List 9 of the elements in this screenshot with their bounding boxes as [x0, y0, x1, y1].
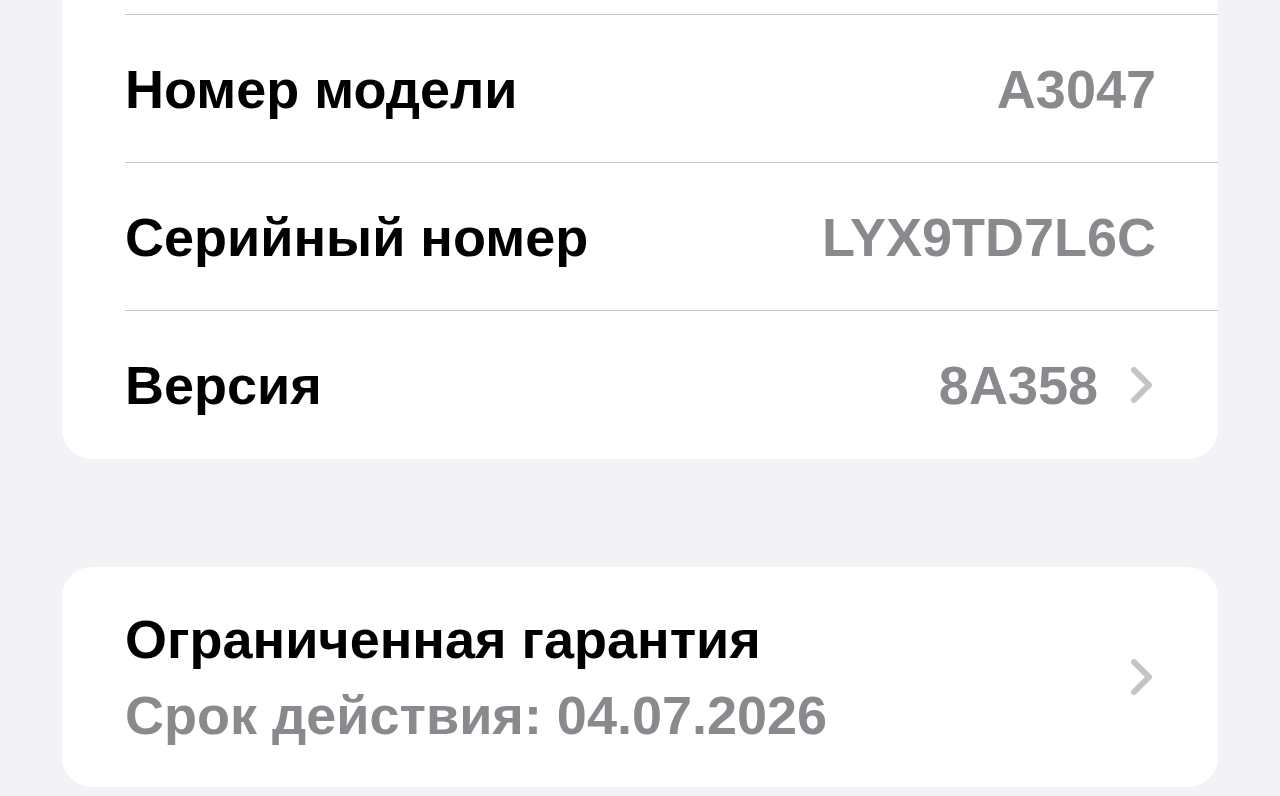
row-label: Серийный номер	[125, 205, 589, 268]
row-value: 8A358	[938, 354, 1098, 416]
warranty-card[interactable]: Ограниченная гарантия Срок действия: 04.07.2026	[62, 567, 1218, 787]
row-label: Номер модели	[125, 57, 518, 120]
row-value: A3047	[996, 57, 1156, 120]
row-value: LYX9TD7L6C	[821, 205, 1156, 268]
warranty-title: Ограниченная гарантия	[125, 608, 762, 670]
row-label: Версия	[125, 354, 322, 416]
warranty-expiry: Срок действия: 04.07.2026	[125, 684, 828, 746]
